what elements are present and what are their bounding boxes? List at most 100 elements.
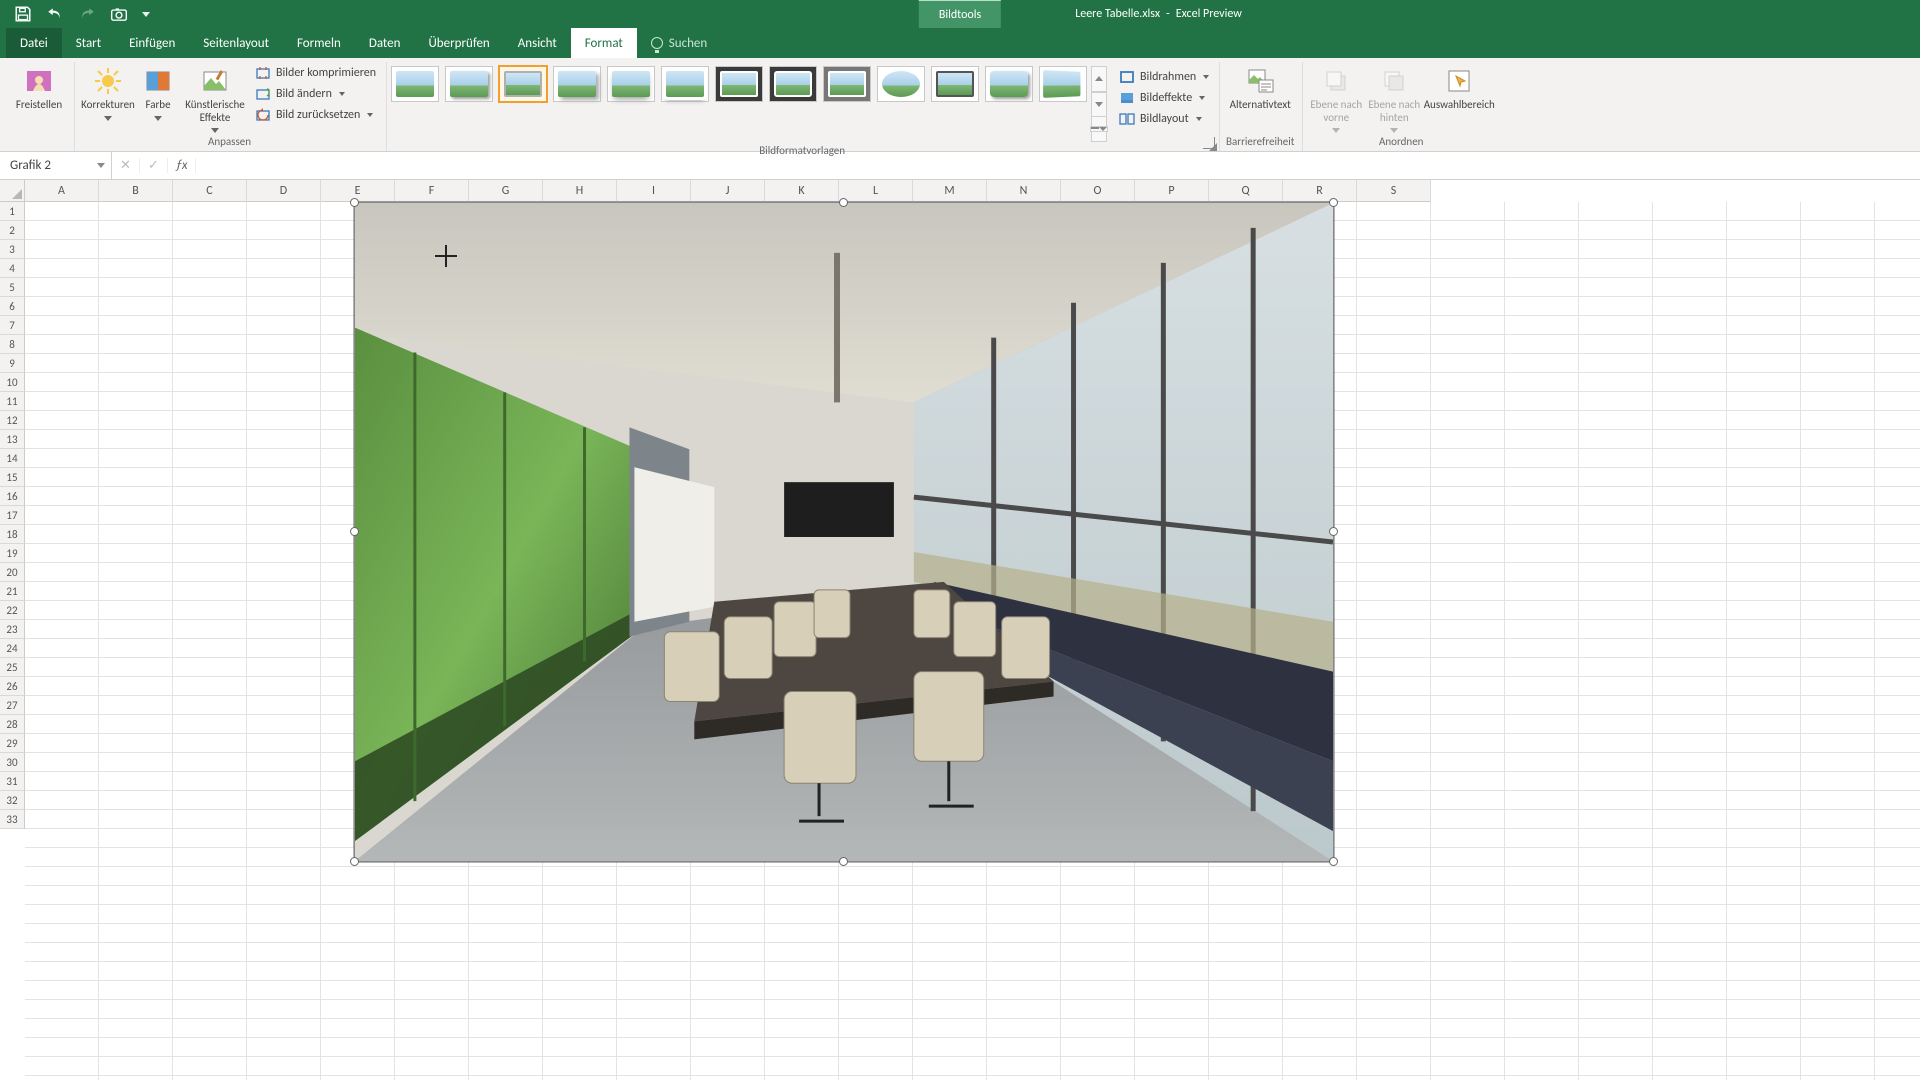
column-header[interactable]: J [691,180,765,202]
row-header[interactable]: 20 [0,563,25,582]
camera-icon[interactable] [110,5,128,23]
column-header[interactable]: C [173,180,247,202]
tab-formulas[interactable]: Formeln [283,28,355,58]
column-header[interactable]: O [1061,180,1135,202]
style-thumb-10[interactable] [877,66,925,102]
row-header[interactable]: 2 [0,221,25,240]
row-header[interactable]: 6 [0,297,25,316]
style-thumb-5[interactable] [607,66,655,102]
picture-layout-button[interactable]: Bildlayout [1115,110,1213,128]
column-header[interactable]: R [1283,180,1357,202]
row-header[interactable]: 13 [0,430,25,449]
style-thumb-6[interactable] [661,66,709,102]
resize-handle-bm[interactable] [839,857,848,866]
column-header[interactable]: S [1357,180,1431,202]
column-headers[interactable]: ABCDEFGHIJKLMNOPQRS [25,180,1431,202]
row-header[interactable]: 28 [0,715,25,734]
row-header[interactable]: 26 [0,677,25,696]
tell-me-search[interactable]: Suchen [637,28,707,58]
style-thumb-3[interactable] [499,66,547,102]
gallery-more[interactable] [1091,117,1107,142]
row-header[interactable]: 22 [0,601,25,620]
remove-background-button[interactable]: Freistellen [10,62,68,112]
column-header[interactable]: M [913,180,987,202]
style-thumb-4[interactable] [553,66,601,102]
column-header[interactable]: Q [1209,180,1283,202]
picture-border-button[interactable]: Bildrahmen [1115,68,1213,86]
compress-pictures-button[interactable]: Bilder komprimieren [251,64,380,82]
qat-more-icon[interactable] [142,12,150,17]
tab-format[interactable]: Format [571,28,637,58]
save-icon[interactable] [14,5,32,23]
row-header[interactable]: 15 [0,468,25,487]
column-header[interactable]: K [765,180,839,202]
style-thumb-7[interactable] [715,66,763,102]
alt-text-button[interactable]: Alternativtext [1224,62,1296,112]
selection-pane-button[interactable]: Auswahlbereich [1423,62,1495,133]
row-header[interactable]: 5 [0,278,25,297]
row-header[interactable]: 32 [0,791,25,810]
row-header[interactable]: 21 [0,582,25,601]
column-header[interactable]: A [25,180,99,202]
column-header[interactable]: H [543,180,617,202]
tab-data[interactable]: Daten [355,28,415,58]
resize-handle-tl[interactable] [350,198,359,207]
style-thumb-12[interactable] [985,66,1033,102]
row-header[interactable]: 33 [0,810,25,829]
tab-review[interactable]: Überprüfen [414,28,503,58]
row-header[interactable]: 10 [0,373,25,392]
column-header[interactable]: I [617,180,691,202]
row-header[interactable]: 29 [0,734,25,753]
row-header[interactable]: 7 [0,316,25,335]
inserted-picture[interactable] [354,202,1334,862]
gallery-scroll-up[interactable] [1091,66,1107,92]
style-thumb-1[interactable] [391,66,439,102]
formula-bar[interactable] [196,152,1920,179]
row-header[interactable]: 19 [0,544,25,563]
column-header[interactable]: G [469,180,543,202]
row-header[interactable]: 17 [0,506,25,525]
name-box[interactable]: Grafik 2 [0,152,112,179]
column-header[interactable]: D [247,180,321,202]
row-headers[interactable]: 1234567891011121314151617181920212223242… [0,202,25,1080]
tab-pagelayout[interactable]: Seitenlayout [189,28,283,58]
row-header[interactable]: 3 [0,240,25,259]
row-header[interactable]: 8 [0,335,25,354]
style-thumb-8[interactable] [769,66,817,102]
tab-home[interactable]: Start [62,28,115,58]
column-header[interactable]: N [987,180,1061,202]
corrections-button[interactable]: Korrekturen [79,62,137,133]
fx-icon[interactable]: ƒx [168,158,196,173]
tab-view[interactable]: Ansicht [504,28,571,58]
column-header[interactable]: P [1135,180,1209,202]
resize-handle-tm[interactable] [839,198,848,207]
resize-handle-tr[interactable] [1329,198,1338,207]
row-header[interactable]: 14 [0,449,25,468]
row-header[interactable]: 31 [0,772,25,791]
row-header[interactable]: 23 [0,620,25,639]
row-header[interactable]: 16 [0,487,25,506]
row-header[interactable]: 11 [0,392,25,411]
row-header[interactable]: 25 [0,658,25,677]
row-header[interactable]: 24 [0,639,25,658]
undo-icon[interactable] [46,5,64,23]
row-header[interactable]: 4 [0,259,25,278]
column-header[interactable]: F [395,180,469,202]
tab-file[interactable]: Datei [6,28,62,58]
worksheet[interactable]: ABCDEFGHIJKLMNOPQRS 12345678910111213141… [0,180,1920,1080]
style-thumb-2[interactable] [445,66,493,102]
gallery-scroll-down[interactable] [1091,92,1107,118]
column-header[interactable]: B [99,180,173,202]
style-thumb-11[interactable] [931,66,979,102]
row-header[interactable]: 27 [0,696,25,715]
row-header[interactable]: 12 [0,411,25,430]
row-header[interactable]: 1 [0,202,25,221]
style-thumb-13[interactable] [1039,66,1087,102]
change-picture-button[interactable]: Bild ändern [251,85,380,103]
row-header[interactable]: 30 [0,753,25,772]
color-button[interactable]: Farbe [137,62,179,133]
reset-picture-button[interactable]: Bild zurücksetzen [251,106,380,124]
style-thumb-9[interactable] [823,66,871,102]
picture-effects-button[interactable]: Bildeffekte [1115,89,1213,107]
resize-handle-mr[interactable] [1329,527,1338,536]
